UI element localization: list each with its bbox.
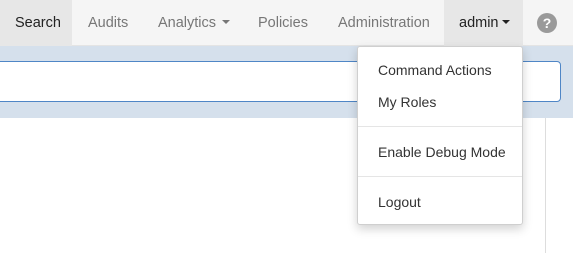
chevron-down-icon <box>222 20 231 25</box>
nav-search[interactable]: Search <box>0 0 72 46</box>
nav-analytics[interactable]: Analytics <box>158 0 231 46</box>
top-navbar: Search Audits Analytics Policies Adminis… <box>0 0 573 46</box>
menu-item-logout[interactable]: Logout <box>358 186 522 218</box>
right-panel <box>545 118 573 253</box>
menu-item-command-actions[interactable]: Command Actions <box>358 54 522 86</box>
nav-user-label: admin <box>459 15 499 31</box>
menu-divider <box>358 176 522 177</box>
user-dropdown-menu: Command Actions My Roles Enable Debug Mo… <box>357 46 523 225</box>
menu-item-my-roles[interactable]: My Roles <box>358 86 522 118</box>
chevron-down-icon <box>501 20 510 25</box>
nav-search-label: Search <box>15 15 61 31</box>
nav-administration[interactable]: Administration <box>338 0 430 46</box>
nav-administration-label: Administration <box>338 15 430 31</box>
nav-audits-label: Audits <box>88 15 129 31</box>
nav-policies[interactable]: Policies <box>258 0 308 46</box>
nav-policies-label: Policies <box>258 15 308 31</box>
menu-item-enable-debug-mode[interactable]: Enable Debug Mode <box>358 136 522 168</box>
nav-audits[interactable]: Audits <box>88 0 128 46</box>
menu-divider <box>358 126 522 127</box>
nav-analytics-label: Analytics <box>158 15 217 31</box>
help-icon[interactable]: ? <box>537 13 557 33</box>
nav-user-menu[interactable]: admin <box>444 0 523 46</box>
